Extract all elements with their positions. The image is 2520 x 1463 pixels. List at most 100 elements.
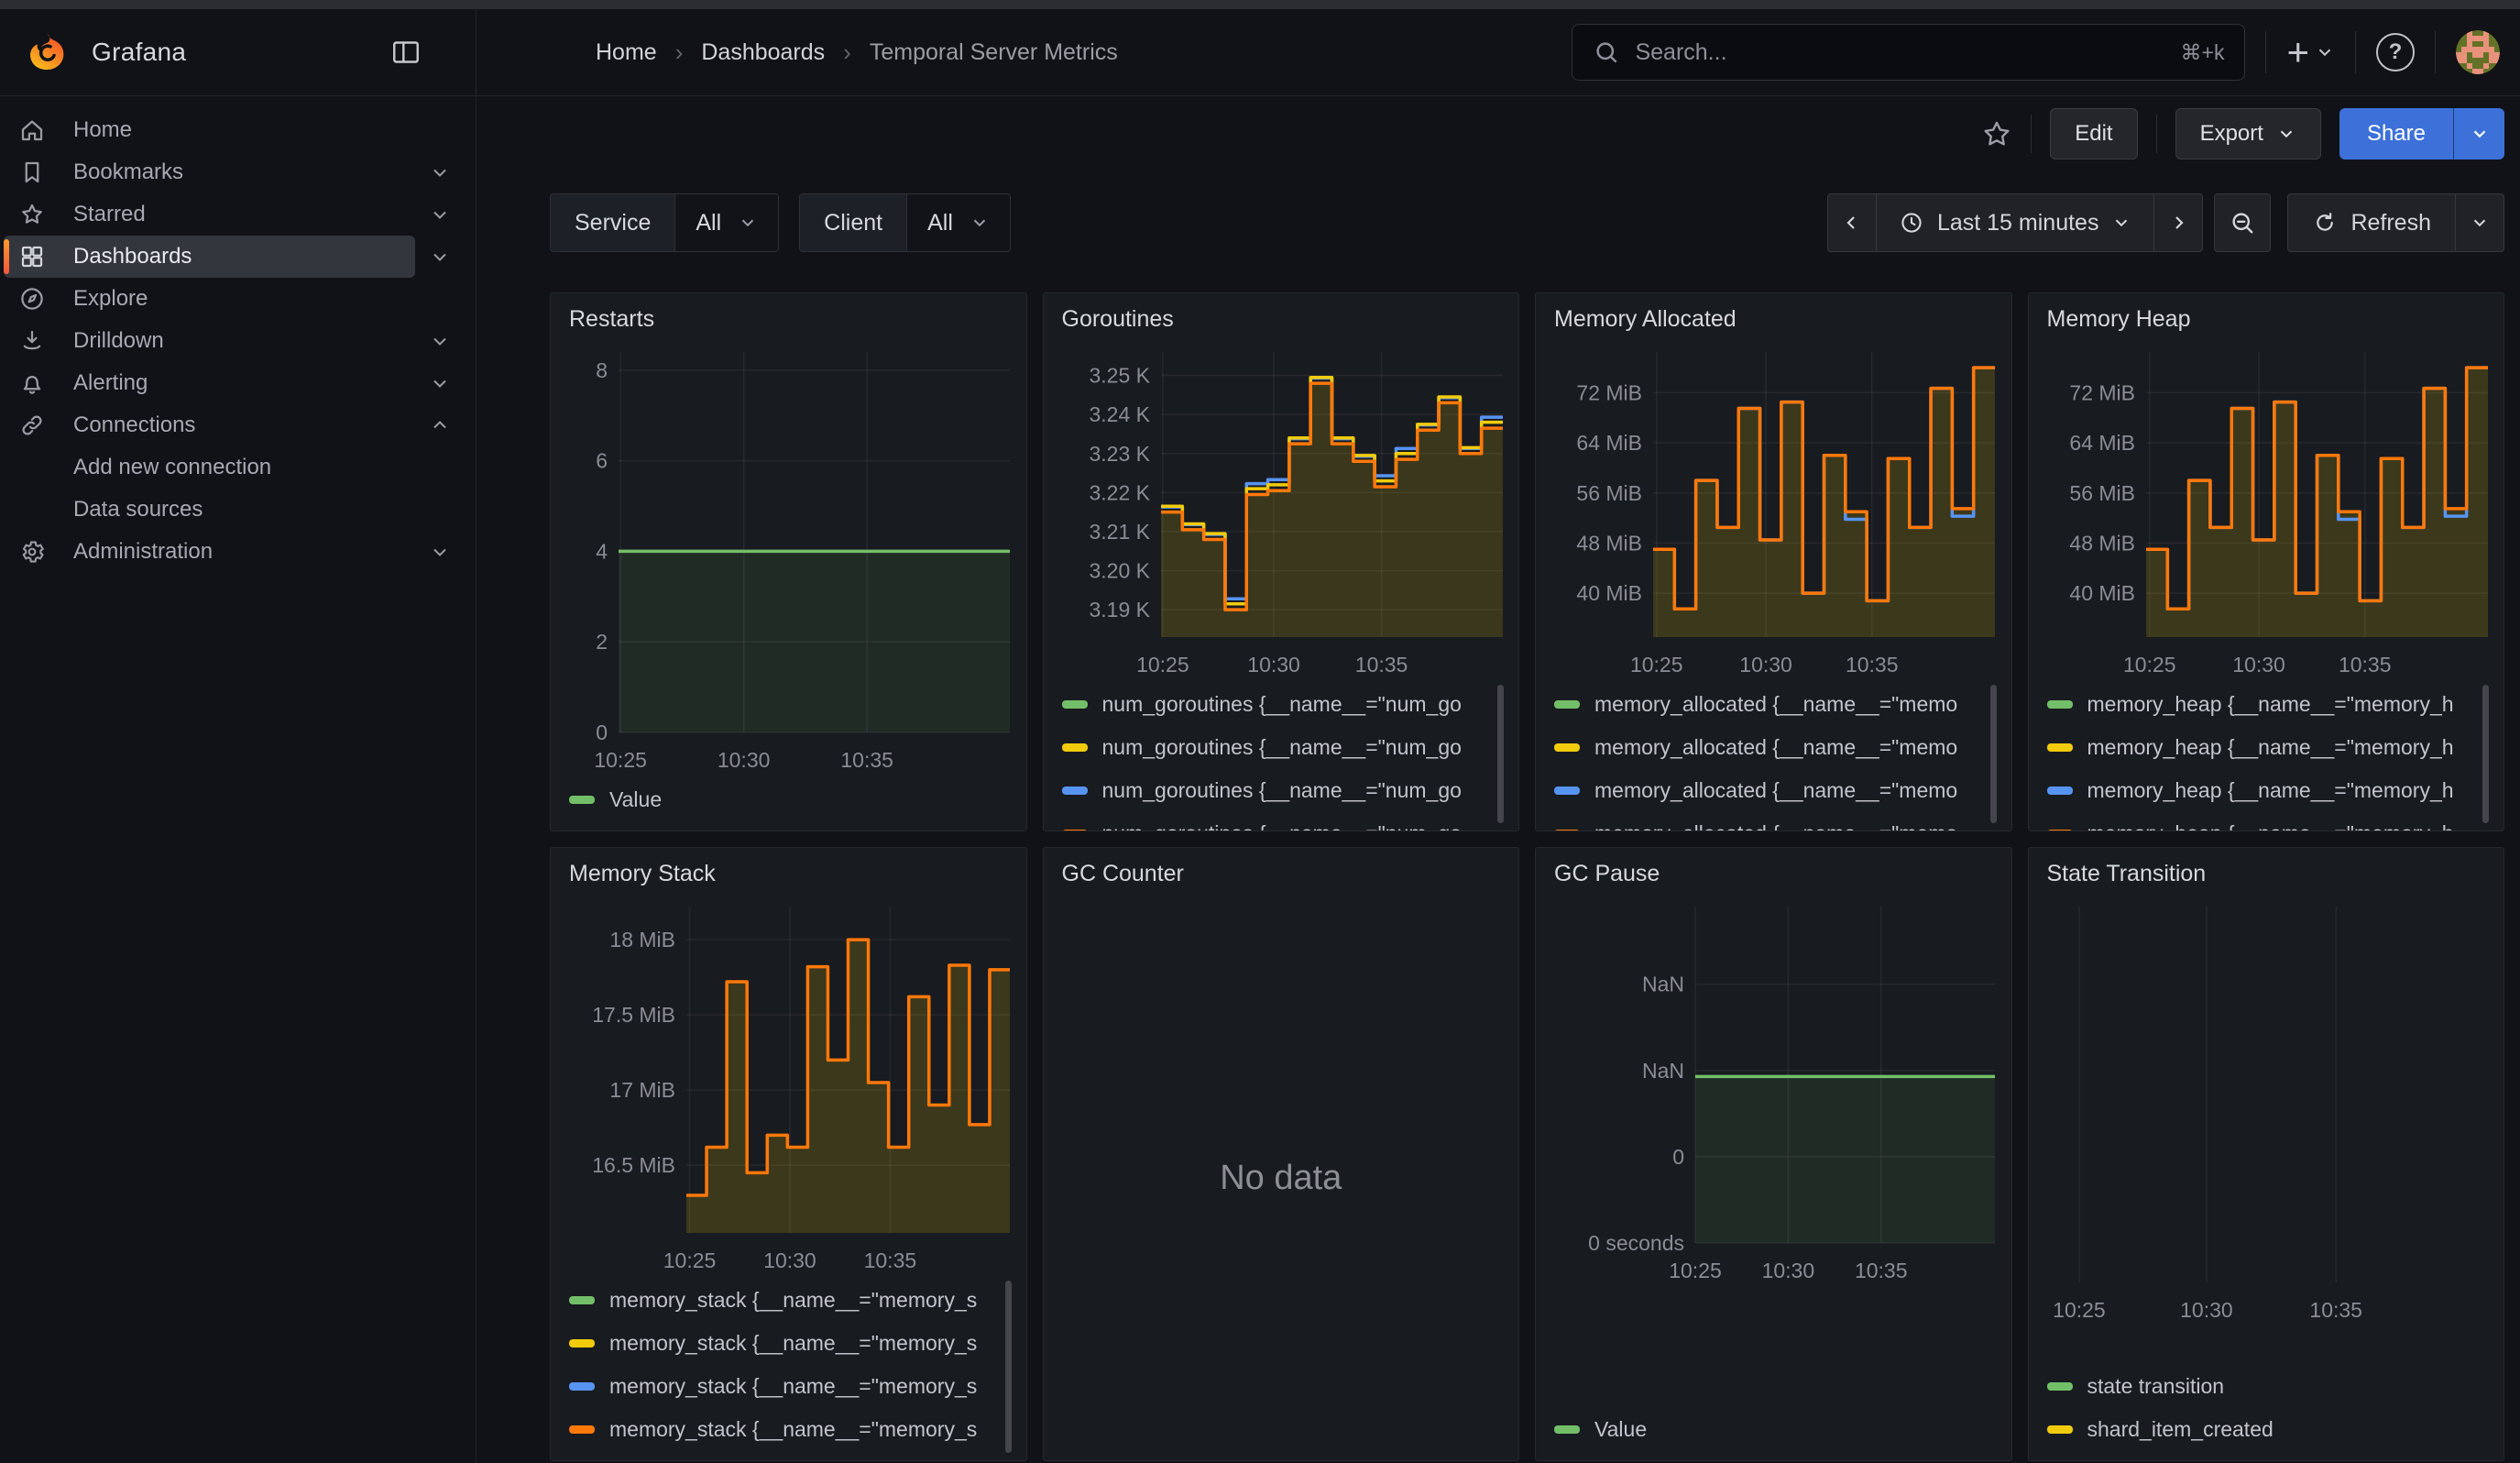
state-transition-chart[interactable]: 10:2510:3010:35 (2043, 896, 2490, 1361)
svg-text:72 MiB: 72 MiB (2069, 380, 2135, 404)
share-options-chevron[interactable] (2453, 108, 2504, 160)
share-split-button: Share (2339, 108, 2504, 160)
legend-series-label: Value (1594, 1417, 1647, 1442)
legend-item[interactable]: Value (1554, 1408, 1993, 1451)
legend-item[interactable]: memory_allocated {__name__="memo (1554, 812, 1993, 830)
legend-item[interactable]: num_goroutines {__name__="num_go (1062, 683, 1501, 726)
svg-text:40 MiB: 40 MiB (1576, 581, 1642, 605)
legend-item[interactable]: memory_stack {__name__="memory_s (569, 1322, 1008, 1365)
memory-stack-chart[interactable]: 10:2510:3010:3518 MiB17.5 MiB17 MiB16.5 … (565, 896, 1012, 1275)
panel-memory-heap: Memory Heap 10:2510:3010:3572 MiB64 MiB5… (2028, 292, 2505, 831)
panel-title[interactable]: Restarts (565, 293, 1012, 341)
legend-item[interactable]: memory_heap {__name__="memory_h (2047, 726, 2486, 769)
panel-title[interactable]: GC Counter (1058, 848, 1505, 896)
zoom-out-icon (2229, 209, 2256, 236)
chevron-down-icon (738, 213, 758, 233)
client-variable-select[interactable]: All (907, 194, 1010, 251)
legend-item[interactable]: num_goroutines {__name__="num_go (1062, 726, 1501, 769)
expand-drilldown-chevron-icon[interactable] (415, 320, 465, 362)
sidebar-item-bookmarks[interactable]: Bookmarks (4, 151, 415, 193)
panel-title[interactable]: State Transition (2043, 848, 2490, 896)
svg-text:48 MiB: 48 MiB (1576, 531, 1642, 555)
toolbar-divider (2156, 115, 2157, 153)
time-forward-button[interactable] (2153, 193, 2203, 252)
search-icon (1593, 38, 1620, 66)
memory-heap-chart[interactable]: 10:2510:3010:3572 MiB64 MiB56 MiB48 MiB4… (2043, 341, 2490, 679)
panel-title[interactable]: Memory Stack (565, 848, 1012, 896)
legend-item[interactable]: num_goroutines {__name__="num_go (1062, 812, 1501, 830)
chevron-left-icon (1841, 212, 1863, 234)
panel-memory-stack: Memory Stack 10:2510:3010:3518 MiB17.5 M… (550, 847, 1027, 1461)
legend-item[interactable]: memory_allocated {__name__="memo (1554, 683, 1993, 726)
svg-text:10:30: 10:30 (763, 1248, 816, 1272)
sidebar-item-data-sources[interactable]: Data sources (4, 489, 465, 531)
legend-item[interactable]: memory_stack {__name__="memory_s (569, 1408, 1008, 1451)
legend-scrollbar[interactable] (1990, 685, 1997, 823)
expand-alerting-chevron-icon[interactable] (415, 362, 465, 404)
client-variable-label: Client (800, 194, 907, 251)
legend-item[interactable]: memory_heap {__name__="memory_h (2047, 683, 2486, 726)
svg-text:2: 2 (596, 630, 608, 654)
avatar[interactable] (2456, 30, 2500, 74)
legend-item[interactable]: memory_stack {__name__="memory_s (569, 1365, 1008, 1408)
expand-dashboards-chevron-icon[interactable] (415, 236, 465, 278)
legend-scrollbar[interactable] (2482, 685, 2489, 823)
panel-title[interactable]: GC Pause (1550, 848, 1997, 896)
export-button[interactable]: Export (2175, 108, 2321, 160)
panel-title[interactable]: Memory Heap (2043, 293, 2490, 341)
collapse-connections-chevron-icon[interactable] (415, 404, 465, 446)
share-button[interactable]: Share (2339, 108, 2453, 160)
legend-item[interactable]: Value (569, 778, 1008, 821)
expand-administration-chevron-icon[interactable] (415, 531, 465, 573)
goroutines-chart[interactable]: 10:2510:3010:353.25 K3.24 K3.23 K3.22 K3… (1058, 341, 1505, 679)
legend-item[interactable]: memory_allocated {__name__="memo (1554, 769, 1993, 812)
legend-item[interactable]: num_goroutines {__name__="num_go (1062, 769, 1501, 812)
expand-starred-chevron-icon[interactable] (415, 193, 465, 236)
svg-text:0: 0 (596, 720, 608, 744)
edit-button[interactable]: Edit (2050, 108, 2137, 160)
sidebar-item-starred[interactable]: Starred (4, 193, 415, 236)
expand-bookmarks-chevron-icon[interactable] (415, 151, 465, 193)
gc-pause-chart[interactable]: 10:2510:3010:35NaNNaN00 seconds (1550, 896, 1997, 1404)
legend-item[interactable]: memory_heap {__name__="memory_h (2047, 769, 2486, 812)
legend-item[interactable]: memory_allocated {__name__="memo (1554, 726, 1993, 769)
panel-title[interactable]: Memory Allocated (1550, 293, 1997, 341)
new-menu-button[interactable]: + (2286, 33, 2335, 72)
sidebar-item-drilldown[interactable]: Drilldown (4, 320, 415, 362)
svg-text:NaN: NaN (1642, 1059, 1684, 1083)
legend-series-dash-icon (569, 1425, 595, 1434)
restarts-chart[interactable]: 10:2510:3010:3586420 (565, 341, 1012, 775)
breadcrumb-dashboards[interactable]: Dashboards (701, 39, 825, 66)
sidebar-item-dashboards[interactable]: Dashboards (4, 236, 415, 278)
breadcrumb-separator: › (843, 38, 851, 67)
svg-text:8: 8 (596, 358, 608, 382)
toolbar-divider (2031, 115, 2032, 153)
sidebar-item-connections[interactable]: Connections (4, 404, 415, 446)
sidebar-item-explore[interactable]: Explore (4, 278, 465, 320)
sidebar-toggle-icon[interactable] (386, 32, 426, 72)
zoom-out-button[interactable] (2214, 193, 2271, 252)
panel-title[interactable]: Goroutines (1058, 293, 1505, 341)
breadcrumb-home[interactable]: Home (596, 39, 657, 66)
no-data-message: No data (1058, 896, 1505, 1460)
sidebar-item-administration[interactable]: Administration (4, 531, 415, 573)
memory-allocated-chart[interactable]: 10:2510:3010:3572 MiB64 MiB56 MiB48 MiB4… (1550, 341, 1997, 679)
time-back-button[interactable] (1827, 193, 1877, 252)
sidebar-item-home[interactable]: Home (4, 109, 465, 151)
legend-item[interactable]: memory_stack {__name__="memory_s (569, 1279, 1008, 1322)
legend-item[interactable]: memory_heap {__name__="memory_h (2047, 812, 2486, 830)
legend-series-label: memory_stack {__name__="memory_s (609, 1331, 977, 1356)
legend-scrollbar[interactable] (1005, 1281, 1012, 1453)
legend-item[interactable]: state transition (2047, 1365, 2486, 1408)
sidebar-item-alerting[interactable]: Alerting (4, 362, 415, 404)
search-input[interactable]: Search... ⌘+k (1572, 24, 2245, 81)
legend-item[interactable]: shard_item_created (2047, 1408, 2486, 1451)
sidebar-item-add-new-connection[interactable]: Add new connection (4, 446, 465, 489)
legend-scrollbar[interactable] (1497, 685, 1504, 823)
refresh-interval-chevron[interactable] (2455, 193, 2504, 252)
time-range-picker[interactable]: Last 15 minutes (1876, 193, 2155, 252)
favorite-star-icon[interactable] (1981, 118, 2012, 149)
help-button[interactable]: ? (2376, 33, 2415, 72)
refresh-button[interactable]: Refresh (2287, 193, 2456, 252)
service-variable-select[interactable]: All (675, 194, 778, 251)
